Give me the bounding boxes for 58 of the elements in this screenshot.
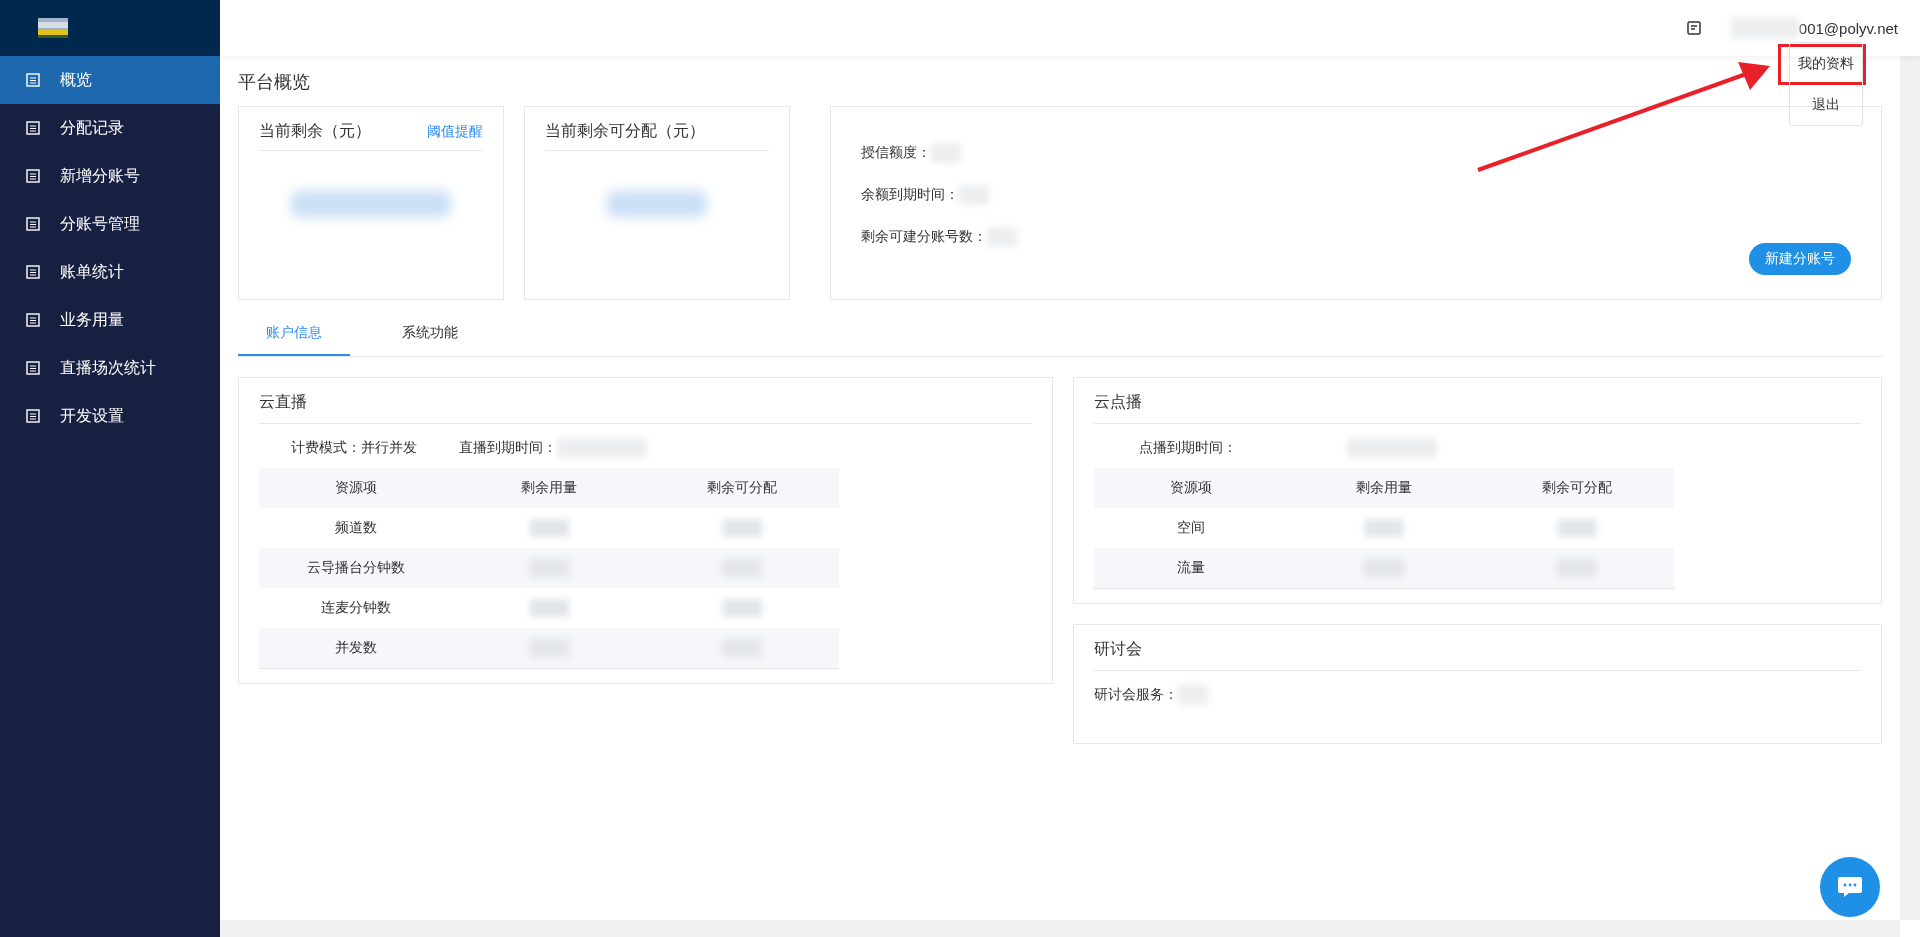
info-label: 直播到期时间： (459, 439, 557, 457)
field-label: 研讨会服务： (1094, 686, 1178, 704)
redacted-value (529, 519, 569, 538)
redacted-value (529, 599, 569, 618)
table-cell: 空间 (1094, 508, 1288, 548)
column-header: 剩余可分配 (1480, 468, 1674, 508)
document-icon (26, 217, 40, 231)
field-label: 剩余可建分账号数： (861, 228, 987, 246)
table-cell: 连麦分钟数 (259, 588, 453, 628)
chat-button[interactable] (1820, 857, 1880, 917)
card-title: 云直播 (259, 388, 1032, 424)
menu-item[interactable]: 退出 (1790, 84, 1862, 125)
document-icon (26, 121, 40, 135)
page-title: 平台概览 (238, 71, 311, 94)
table-cell: 并发数 (259, 628, 453, 669)
info-label: 点播到期时间： (1139, 439, 1237, 457)
threshold-link[interactable]: 阈值提醒 (427, 122, 483, 141)
column-header: 资源项 (1094, 468, 1288, 508)
sidebar-item[interactable]: 业务用量 (0, 296, 220, 344)
user-email[interactable]: 001@polyv.net (1798, 19, 1898, 37)
redacted-value (722, 599, 763, 618)
tab[interactable]: 系统功能 (374, 312, 486, 356)
field-label: 余额到期时间： (861, 186, 959, 204)
document-icon (26, 73, 40, 87)
column-header: 剩余可分配 (645, 468, 839, 508)
document-icon (26, 265, 40, 279)
menu-item[interactable]: 我的资料 (1790, 43, 1862, 84)
card-title: 云点播 (1094, 388, 1861, 424)
column-header: 资源项 (259, 468, 453, 508)
sidebar-item[interactable]: 概览 (0, 56, 220, 104)
chat-icon (1837, 876, 1863, 898)
sidebar-item[interactable]: 新增分账号 (0, 152, 220, 200)
tab[interactable]: 账户信息 (238, 312, 350, 356)
document-icon (26, 313, 40, 327)
sidebar-item[interactable]: 账单统计 (0, 248, 220, 296)
card-title: 当前剩余（元） (259, 121, 371, 141)
table-cell: 频道数 (259, 508, 453, 548)
column-header: 剩余用量 (452, 468, 646, 508)
redacted-value (1557, 519, 1598, 538)
redacted-value (1364, 519, 1404, 538)
table-cell: 云导播台分钟数 (259, 548, 453, 588)
column-header: 剩余用量 (1287, 468, 1481, 508)
document-icon (26, 409, 40, 423)
sidebar-item[interactable]: 分账号管理 (0, 200, 220, 248)
redacted-value (722, 519, 763, 538)
message-icon[interactable] (1686, 21, 1701, 35)
scrollbar[interactable] (1900, 56, 1920, 920)
sidebar-item[interactable]: 开发设置 (0, 392, 220, 440)
info-label: 计费模式：并行并发 (291, 439, 417, 457)
document-icon (26, 361, 40, 375)
card-title: 研讨会 (1094, 635, 1861, 671)
scrollbar[interactable] (220, 920, 1900, 937)
table-cell: 流量 (1094, 548, 1288, 589)
field-label: 授信额度： (861, 144, 931, 162)
document-icon (26, 169, 40, 183)
card-title: 当前剩余可分配（元） (545, 121, 705, 141)
sidebar-item[interactable]: 直播场次统计 (0, 344, 220, 392)
sidebar-item[interactable]: 分配记录 (0, 104, 220, 152)
